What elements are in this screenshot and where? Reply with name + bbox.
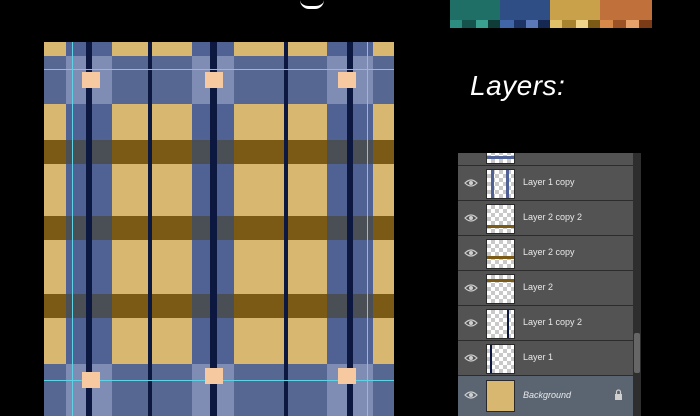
layer-thumbnail	[486, 274, 515, 304]
layer-row[interactable]: Layer 1 copy	[458, 166, 633, 201]
layer-row[interactable]: Layer 1	[458, 341, 633, 376]
eye-icon[interactable]	[464, 248, 478, 258]
layers-scrollbar[interactable]	[633, 153, 641, 416]
layer-name: Layer 1	[523, 352, 554, 362]
layer-name: Layer 2 copy 2	[523, 212, 583, 222]
layer-row-background[interactable]: Background	[458, 376, 633, 416]
intersection-node	[205, 368, 223, 384]
lock-icon	[615, 389, 622, 400]
layer-row[interactable]: Layer 2	[458, 271, 633, 306]
layer-thumbnail	[486, 309, 515, 339]
navy-pinstripe	[347, 42, 353, 416]
intersection-node	[205, 72, 223, 88]
intersection-node	[338, 72, 356, 88]
layer-thumbnail	[486, 344, 515, 374]
layer-name: Layer 1 copy	[523, 177, 575, 187]
layer-name: Layer 1 copy 2	[523, 317, 583, 327]
navy-pinstripe	[210, 42, 217, 416]
navy-pinstripe	[284, 42, 288, 416]
layer-name: Background	[523, 390, 572, 400]
layer-row[interactable]: Layer 2 copy	[458, 236, 633, 271]
layer-thumbnail	[486, 204, 515, 234]
layer-thumbnail	[486, 239, 515, 269]
layer-row-partial[interactable]	[458, 153, 633, 166]
layer-thumbnail	[486, 169, 515, 199]
layer-row[interactable]: Layer 1 copy 2	[458, 306, 633, 341]
eye-icon[interactable]	[464, 353, 478, 363]
guide-line-horizontal	[44, 69, 394, 70]
layer-row[interactable]: Layer 2 copy 2	[458, 201, 633, 236]
color-palette-swatches	[450, 0, 652, 28]
intersection-node	[82, 372, 100, 388]
intersection-node	[82, 72, 100, 88]
layer-thumbnail	[486, 153, 515, 164]
layer-name: Layer 2	[523, 282, 554, 292]
plaid-pattern-canvas[interactable]	[44, 42, 394, 416]
eye-icon[interactable]	[464, 178, 478, 188]
eye-icon[interactable]	[464, 390, 478, 400]
guide-line-vertical	[72, 42, 73, 416]
eye-icon[interactable]	[464, 283, 478, 293]
navy-pinstripe	[86, 42, 92, 416]
layer-thumbnail	[486, 380, 515, 412]
title-fragment	[300, 0, 324, 9]
eye-icon[interactable]	[464, 318, 478, 328]
intersection-node	[338, 368, 356, 384]
layer-name: Layer 2 copy	[523, 247, 575, 257]
guide-line-vertical	[367, 42, 368, 416]
scrollbar-thumb[interactable]	[634, 333, 640, 373]
layers-heading: Layers:	[470, 70, 566, 101]
eye-icon[interactable]	[464, 213, 478, 223]
navy-pinstripe	[148, 42, 152, 416]
layers-panel[interactable]: Layer 1 copy Layer 2 copy 2 Layer 2 copy…	[458, 153, 641, 416]
